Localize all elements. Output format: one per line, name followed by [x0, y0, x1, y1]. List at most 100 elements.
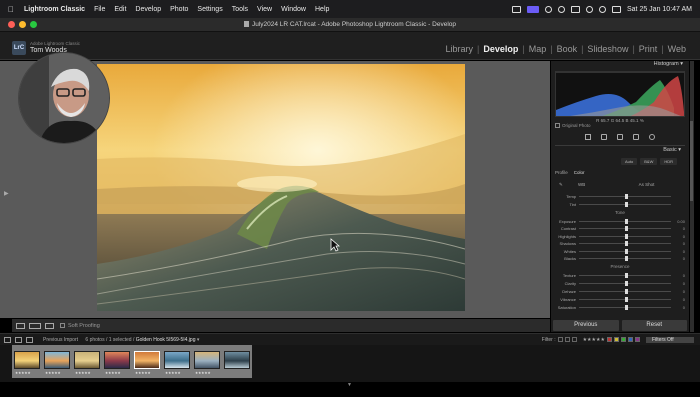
flag-filter-icon[interactable] [557, 337, 563, 342]
right-panel-scrollbar[interactable] [690, 61, 694, 332]
crop-tool-icon[interactable] [601, 134, 607, 140]
minimize-window-button[interactable] [19, 21, 26, 28]
color-label-purple[interactable] [635, 337, 640, 342]
histogram[interactable] [555, 71, 685, 117]
before-after-view-icon[interactable] [29, 322, 41, 329]
filmstrip-thumbnail[interactable] [194, 351, 220, 369]
color-label-green[interactable] [621, 337, 626, 342]
slider-thumb[interactable] [625, 233, 628, 239]
module-book[interactable]: Book [555, 44, 580, 54]
flag-filter-icon[interactable] [564, 337, 570, 342]
slider-track[interactable] [579, 280, 671, 286]
original-photo-checkbox[interactable] [555, 123, 560, 128]
slider-value[interactable]: 0 [671, 281, 685, 286]
slider-track[interactable] [579, 304, 671, 310]
second-window-icon[interactable] [4, 336, 11, 343]
slider-track[interactable] [579, 201, 671, 207]
filmstrip[interactable]: ★★★★★ ★★★★★ ★★★★★ ★★★★★ ★★★★★ ★★★★★ ★★★★★ [0, 345, 700, 382]
original-photo-toggle[interactable]: Original Photo [555, 123, 591, 128]
slider-thumb[interactable] [625, 226, 628, 231]
slider-track[interactable] [579, 218, 671, 224]
grid-view-icon[interactable] [15, 336, 22, 343]
slider-value[interactable]: 0 [671, 234, 685, 239]
slider-track[interactable] [579, 288, 671, 294]
filter-preset-select[interactable]: Filters Off [646, 336, 694, 343]
screen-record-icon[interactable] [527, 5, 539, 13]
slider-shadows[interactable]: Shadows 0 [555, 241, 685, 247]
control-center-icon[interactable] [612, 5, 621, 13]
slider-thumb[interactable] [625, 288, 628, 294]
slider-track[interactable] [579, 233, 671, 239]
bw-button[interactable]: B&W [640, 158, 658, 165]
color-label-red[interactable] [607, 337, 612, 342]
camera-status-icon[interactable] [512, 5, 521, 13]
slider-thumb[interactable] [625, 272, 628, 278]
slider-value[interactable]: 0 [671, 256, 685, 261]
histogram-header[interactable]: Histogram ▾ [551, 61, 689, 69]
search-icon[interactable] [599, 5, 606, 13]
slider-track[interactable] [579, 226, 671, 231]
slider-value[interactable]: 0 [671, 226, 685, 231]
menubar-datetime[interactable]: Sat 25 Jan 10:47 AM [627, 6, 692, 13]
slider-exposure[interactable]: Exposure 0.00 [555, 218, 685, 224]
scrollbar-thumb[interactable] [690, 121, 693, 201]
filmstrip-thumbnail[interactable] [14, 351, 40, 369]
slider-thumb[interactable] [625, 296, 628, 302]
main-photo[interactable] [97, 64, 465, 311]
module-map[interactable]: Map [527, 44, 549, 54]
battery-icon[interactable] [571, 5, 580, 13]
module-print[interactable]: Print [637, 44, 660, 54]
reset-button[interactable]: Reset [621, 320, 687, 331]
slider-saturation[interactable]: Saturation 0 [555, 304, 685, 310]
slider-thumb[interactable] [625, 193, 628, 199]
slider-track[interactable] [579, 272, 671, 278]
collapse-filmstrip-icon[interactable]: ▼ [347, 382, 352, 388]
module-slideshow[interactable]: Slideshow [585, 44, 630, 54]
slider-thumb[interactable] [625, 201, 628, 207]
slider-track[interactable] [579, 241, 671, 246]
menu-file[interactable]: File [94, 6, 105, 13]
filmstrip-thumbnail[interactable] [74, 351, 100, 369]
color-label-blue[interactable] [628, 337, 633, 342]
chevron-down-icon[interactable]: ▾ [197, 337, 200, 343]
wb-value[interactable]: As Shot [639, 182, 655, 187]
slider-track[interactable] [579, 193, 671, 199]
loupe-view-icon[interactable] [16, 322, 25, 329]
menu-app-name[interactable]: Lightroom Classic [24, 6, 85, 13]
slider-value[interactable]: 0 [671, 241, 685, 246]
slider-thumb[interactable] [625, 280, 628, 286]
slider-whites[interactable]: Whites 0 [555, 248, 685, 254]
filmstrip-breadcrumb[interactable]: Previous Import 6 photos / 1 selected / … [43, 337, 199, 343]
slider-track[interactable] [579, 256, 671, 261]
menu-view[interactable]: View [257, 6, 272, 13]
slider-track[interactable] [579, 248, 671, 254]
hdr-button[interactable]: HDR [660, 158, 678, 165]
masking-tool-icon[interactable] [649, 134, 655, 140]
slider-thumb[interactable] [625, 241, 628, 246]
slider-contrast[interactable]: Contrast 0 [555, 226, 685, 232]
expand-left-panel-icon[interactable]: ▶ [4, 190, 9, 197]
profile-value[interactable]: Color [574, 170, 585, 175]
flag-filter-icon[interactable] [571, 337, 577, 342]
close-window-button[interactable] [8, 21, 15, 28]
slider-tint[interactable]: Tint [555, 201, 685, 207]
filmstrip-thumbnail[interactable] [164, 351, 190, 369]
control-icon[interactable] [545, 5, 552, 13]
slider-texture[interactable]: Texture 0 [555, 272, 685, 278]
menu-tools[interactable]: Tools [232, 6, 248, 13]
menu-develop[interactable]: Develop [135, 6, 161, 13]
slider-clarity[interactable]: Clarity 0 [555, 280, 685, 286]
soft-proofing-toggle[interactable]: Soft Proofing [60, 323, 100, 329]
creative-cloud-icon[interactable] [558, 5, 565, 13]
auto-button[interactable]: Auto [621, 158, 638, 165]
slider-vibrance[interactable]: Vibrance 0 [555, 296, 685, 302]
menu-photo[interactable]: Photo [170, 6, 188, 13]
module-web[interactable]: Web [666, 44, 688, 54]
before-after-options-icon[interactable] [45, 322, 54, 329]
menu-settings[interactable]: Settings [197, 6, 222, 13]
module-library[interactable]: Library [443, 44, 475, 54]
wifi-icon[interactable] [586, 5, 593, 13]
slider-value[interactable]: 0 [671, 297, 685, 302]
filmstrip-thumbnail[interactable] [224, 351, 250, 369]
slider-dehaze[interactable]: Dehaze 0 [555, 288, 685, 294]
